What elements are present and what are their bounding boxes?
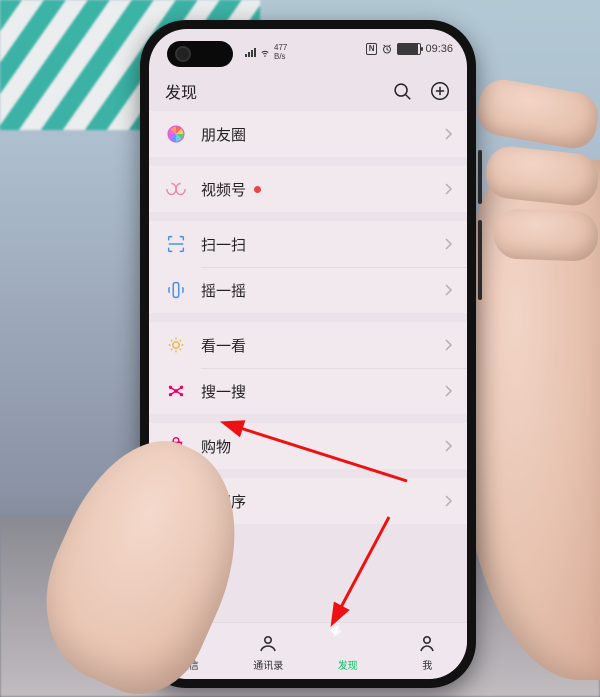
list-group: 看一看搜一搜	[149, 322, 467, 414]
hand-finger	[493, 208, 599, 262]
tab-label: 我	[422, 657, 432, 672]
chevron-right-icon	[445, 339, 453, 351]
list-group: 小程序	[149, 478, 467, 524]
tab-label: 微信	[179, 657, 199, 672]
look-icon	[165, 334, 187, 356]
chevron-right-icon	[445, 495, 453, 507]
phone-frame: 477 B/s N 09:36 发现 朋友圈视频号扫一扫摇一	[140, 20, 476, 688]
channels-icon	[165, 178, 187, 200]
row-label: 看一看	[201, 335, 246, 356]
row-label: 购物	[201, 436, 231, 457]
phone-screen: 477 B/s N 09:36 发现 朋友圈视频号扫一扫摇一	[149, 29, 467, 679]
moments-icon	[165, 123, 187, 145]
chevron-right-icon	[445, 128, 453, 140]
tab-discover[interactable]: 发现	[308, 623, 388, 679]
tab-me[interactable]: 我	[388, 623, 468, 679]
nfc-icon: N	[366, 43, 378, 55]
search-icon	[165, 380, 187, 402]
chevron-right-icon	[445, 238, 453, 250]
chevron-right-icon	[445, 183, 453, 195]
chevron-right-icon	[445, 385, 453, 397]
row-label: 小程序	[201, 491, 246, 512]
list-group: 朋友圈	[149, 111, 467, 157]
chat-icon	[177, 631, 201, 655]
row-shake[interactable]: 摇一摇	[149, 267, 467, 313]
row-channels[interactable]: 视频号	[149, 166, 467, 212]
page-title: 发现	[165, 79, 197, 103]
network-speed: 477 B/s	[274, 43, 287, 61]
row-label: 朋友圈	[201, 124, 246, 145]
alarm-icon	[381, 43, 393, 55]
row-label: 摇一摇	[201, 280, 246, 301]
add-icon[interactable]	[429, 80, 451, 102]
row-label: 视频号	[201, 179, 246, 200]
tab-label: 发现	[338, 657, 358, 672]
list-group: 购物	[149, 423, 467, 469]
list-group: 扫一扫摇一摇	[149, 221, 467, 313]
discover-list: 朋友圈视频号扫一扫摇一摇看一看搜一搜购物小程序	[149, 111, 467, 623]
photo-background: 477 B/s N 09:36 发现 朋友圈视频号扫一扫摇一	[0, 0, 600, 697]
row-label: 扫一扫	[201, 234, 246, 255]
row-shop[interactable]: 购物	[149, 423, 467, 469]
list-group: 视频号	[149, 166, 467, 212]
badge-dot	[254, 186, 261, 193]
wifi-icon	[259, 46, 271, 58]
scan-icon	[165, 233, 187, 255]
row-miniprog[interactable]: 小程序	[149, 478, 467, 524]
row-scan[interactable]: 扫一扫	[149, 221, 467, 267]
battery-icon	[397, 43, 421, 55]
contacts-icon	[256, 631, 280, 655]
hand-finger	[484, 144, 600, 207]
search-icon[interactable]	[391, 80, 413, 102]
row-label: 搜一搜	[201, 381, 246, 402]
signal-icon	[245, 48, 256, 57]
tab-label: 通讯录	[253, 657, 283, 672]
hand-finger	[474, 76, 600, 152]
page-header: 发现	[149, 71, 467, 111]
shop-icon	[165, 435, 187, 457]
row-search[interactable]: 搜一搜	[149, 368, 467, 414]
miniprog-icon	[165, 490, 187, 512]
chevron-right-icon	[445, 440, 453, 452]
tab-contacts[interactable]: 通讯录	[229, 623, 309, 679]
me-icon	[415, 631, 439, 655]
volume-button	[478, 150, 482, 204]
status-time: 09:36	[425, 43, 453, 55]
shake-icon	[165, 279, 187, 301]
camera-cutout	[167, 41, 233, 67]
power-button	[478, 220, 482, 300]
row-moments[interactable]: 朋友圈	[149, 111, 467, 157]
tab-bar: 微信 通讯录 发现 我	[149, 622, 467, 679]
chevron-right-icon	[445, 284, 453, 296]
row-look[interactable]: 看一看	[149, 322, 467, 368]
tab-chats[interactable]: 微信	[149, 623, 229, 679]
